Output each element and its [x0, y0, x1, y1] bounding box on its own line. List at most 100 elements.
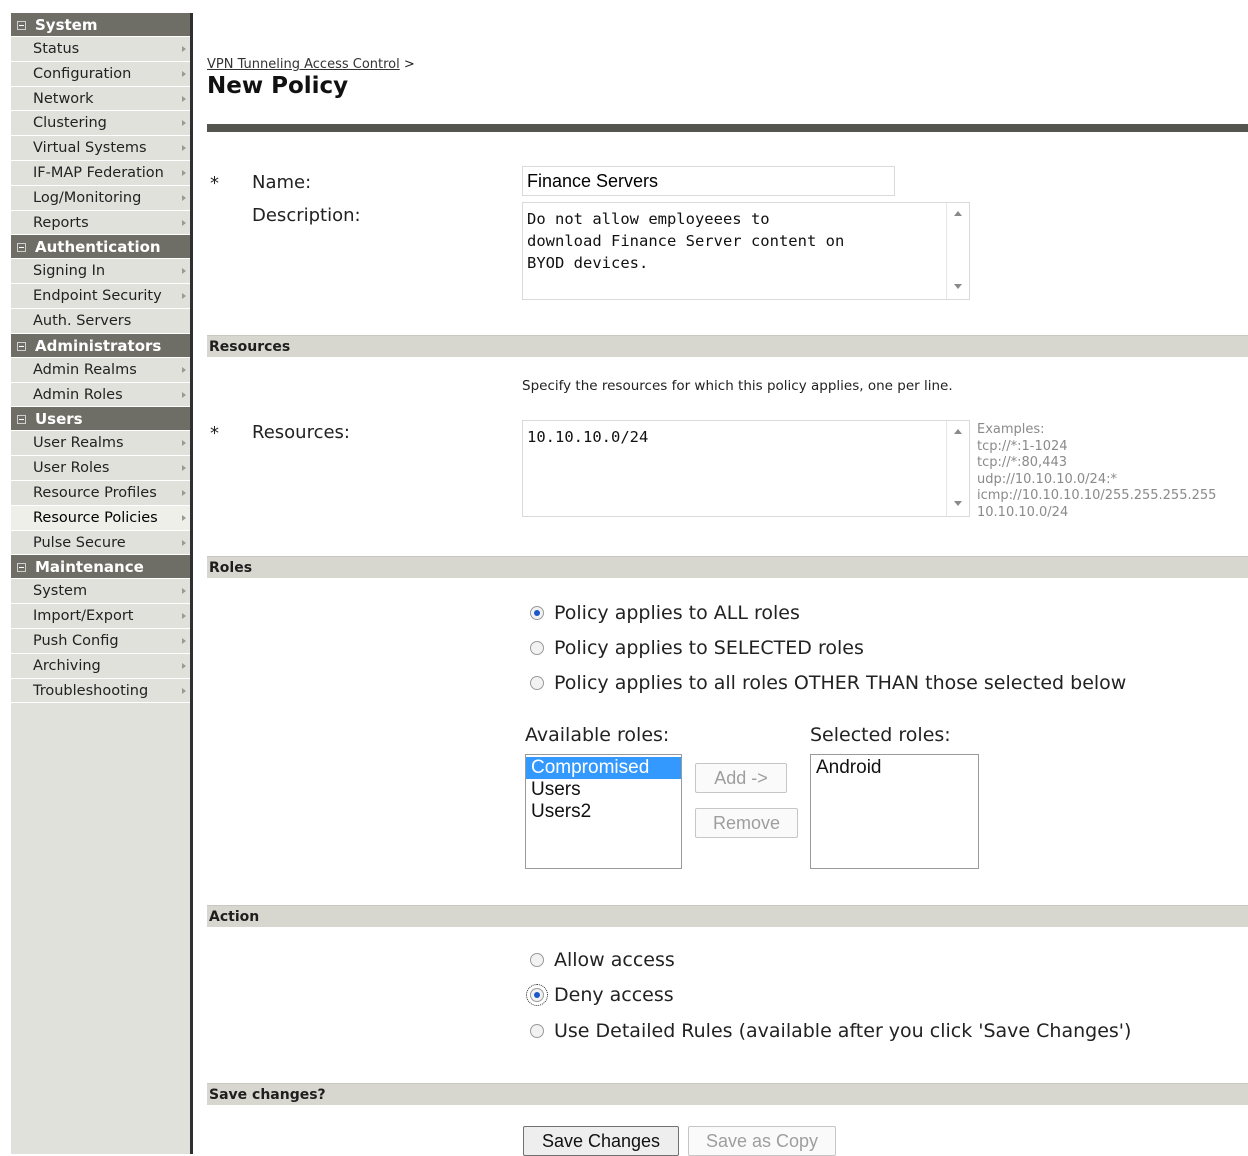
chevron-right-icon [182, 70, 186, 77]
add-role-button[interactable]: Add -> [695, 763, 787, 793]
title-divider [207, 124, 1248, 132]
chevron-right-icon [182, 219, 186, 226]
collapse-icon[interactable] [17, 341, 26, 351]
chevron-right-icon [182, 662, 186, 669]
collapse-icon[interactable] [17, 21, 26, 30]
nav-header-system[interactable]: System [11, 13, 190, 37]
list-item[interactable]: Compromised [526, 757, 681, 779]
sidebar-item-user-roles[interactable]: User Roles [11, 456, 190, 481]
nav-header-users[interactable]: Users [11, 407, 190, 432]
radio-selected-icon[interactable] [530, 606, 544, 620]
sidebar-item-network[interactable]: Network [11, 87, 190, 112]
nav-section-maintenance: Maintenance System Import/Export Push Co… [11, 555, 190, 704]
sidebar-item-log-monitoring[interactable]: Log/Monitoring [11, 186, 190, 211]
sidebar-item-status[interactable]: Status [11, 37, 190, 62]
chevron-right-icon [182, 95, 186, 102]
action-option-deny[interactable]: Deny access [526, 984, 674, 1008]
radio-icon[interactable] [530, 1024, 544, 1038]
sidebar-item-signing-in[interactable]: Signing In [11, 259, 190, 285]
section-header-action: Action [207, 905, 1248, 927]
chevron-right-icon [182, 514, 186, 521]
section-header-save: Save changes? [207, 1083, 1248, 1105]
collapse-icon[interactable] [17, 415, 26, 425]
sidebar-item-resource-policies[interactable]: Resource Policies [11, 505, 190, 531]
chevron-right-icon [182, 539, 186, 546]
chevron-right-icon [182, 366, 186, 373]
scroll-up-icon[interactable] [954, 211, 962, 216]
nav-header-administrators[interactable]: Administrators [11, 333, 190, 358]
description-field[interactable]: Do not allow employeees to download Fina… [522, 202, 970, 300]
breadcrumb: VPN Tunneling Access Control > [207, 57, 415, 72]
scroll-up-icon[interactable] [954, 429, 962, 434]
available-roles-list[interactable]: Compromised Users Users2 [525, 754, 682, 869]
chevron-right-icon [182, 46, 186, 52]
resources-scrollbar[interactable] [946, 421, 969, 516]
radio-icon[interactable] [530, 676, 544, 690]
list-item[interactable]: Android [811, 757, 978, 779]
scroll-down-icon[interactable] [954, 501, 962, 506]
breadcrumb-link[interactable]: VPN Tunneling Access Control [207, 57, 400, 72]
resources-hint: Specify the resources for which this pol… [522, 378, 953, 394]
chevron-right-icon [182, 268, 186, 275]
sidebar-item-if-map-federation[interactable]: IF-MAP Federation [11, 161, 190, 186]
selected-roles-list[interactable]: Android [810, 754, 979, 869]
name-field[interactable]: Finance Servers [522, 166, 895, 196]
selected-roles-label: Selected roles: [810, 724, 951, 746]
description-scrollbar[interactable] [946, 203, 969, 299]
sidebar-item-import-export[interactable]: Import/Export [11, 604, 190, 629]
sidebar-item-admin-roles[interactable]: Admin Roles [11, 383, 190, 408]
action-option-detailed-rules[interactable]: Use Detailed Rules (available after you … [530, 1020, 1131, 1044]
description-label: Description: [252, 205, 361, 226]
section-header-resources: Resources [207, 335, 1248, 357]
radio-icon[interactable] [530, 953, 544, 967]
sidebar-item-clustering[interactable]: Clustering [11, 111, 190, 137]
sidebar-item-auth-servers[interactable]: Auth. Servers [11, 309, 190, 334]
radio-selected-icon[interactable] [526, 984, 548, 1006]
sidebar-item-resource-profiles[interactable]: Resource Profiles [11, 481, 190, 506]
chevron-right-icon [182, 391, 186, 398]
chevron-right-icon [182, 194, 186, 201]
remove-role-button[interactable]: Remove [695, 808, 798, 838]
breadcrumb-separator: > [403, 57, 415, 72]
sidebar-item-archiving[interactable]: Archiving [11, 654, 190, 679]
chevron-right-icon [182, 169, 186, 176]
sidebar-item-endpoint-security[interactable]: Endpoint Security [11, 284, 190, 309]
name-label: Name: [252, 172, 312, 193]
scroll-down-icon[interactable] [954, 284, 962, 289]
sidebar-item-admin-realms[interactable]: Admin Realms [11, 358, 190, 383]
resources-examples: Examples: tcp://*:1-1024 tcp://*:80,443 … [977, 422, 1217, 520]
collapse-icon[interactable] [17, 563, 26, 573]
roles-option-all[interactable]: Policy applies to ALL roles [530, 602, 800, 626]
radio-icon[interactable] [530, 641, 544, 655]
chevron-right-icon [182, 613, 186, 620]
nav-header-maintenance[interactable]: Maintenance [11, 555, 190, 580]
chevron-right-icon [182, 440, 186, 447]
sidebar-item-virtual-systems[interactable]: Virtual Systems [11, 136, 190, 161]
sidebar-item-user-realms[interactable]: User Realms [11, 431, 190, 457]
chevron-right-icon [182, 145, 186, 152]
save-as-copy-button[interactable]: Save as Copy [688, 1126, 836, 1156]
list-item[interactable]: Users2 [526, 801, 681, 823]
sidebar-item-system[interactable]: System [11, 579, 190, 605]
required-marker: * [210, 423, 219, 444]
sidebar-item-reports[interactable]: Reports [11, 211, 190, 236]
resources-field[interactable]: 10.10.10.0/24 [522, 420, 970, 517]
nav-header-authentication[interactable]: Authentication [11, 235, 190, 260]
sidebar-nav: System Status Configuration Network Clus… [11, 13, 190, 1154]
sidebar-item-pulse-secure[interactable]: Pulse Secure [11, 531, 190, 556]
roles-option-other-than[interactable]: Policy applies to all roles OTHER THAN t… [530, 672, 1126, 696]
page-title: New Policy [207, 73, 349, 99]
sidebar-divider [190, 13, 193, 1154]
collapse-icon[interactable] [17, 243, 26, 253]
chevron-right-icon [182, 687, 186, 694]
sidebar-item-configuration[interactable]: Configuration [11, 62, 190, 87]
action-option-allow[interactable]: Allow access [530, 949, 675, 973]
sidebar-item-troubleshooting[interactable]: Troubleshooting [11, 679, 190, 704]
chevron-right-icon [182, 637, 186, 644]
list-item[interactable]: Users [526, 779, 681, 801]
roles-option-selected[interactable]: Policy applies to SELECTED roles [530, 637, 864, 661]
chevron-right-icon [182, 489, 186, 496]
save-changes-button[interactable]: Save Changes [523, 1126, 679, 1156]
sidebar-item-push-config[interactable]: Push Config [11, 629, 190, 654]
chevron-right-icon [182, 293, 186, 300]
